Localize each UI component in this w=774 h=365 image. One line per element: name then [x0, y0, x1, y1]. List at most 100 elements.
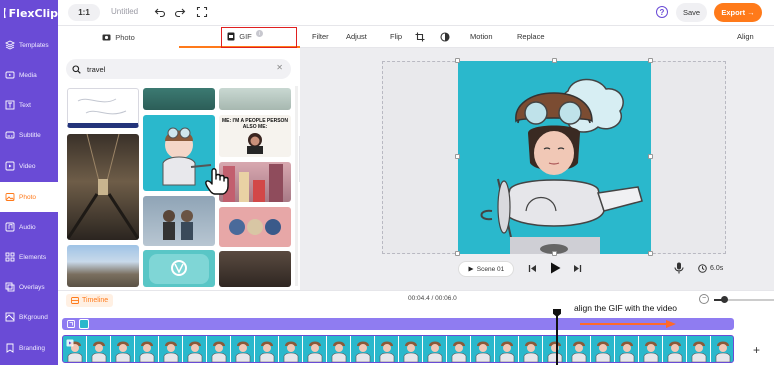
resize-handle[interactable]: [648, 58, 653, 63]
filter-button[interactable]: Filter: [312, 32, 329, 41]
video-frame-thumbnail: [639, 336, 663, 362]
gif-thumbnail[interactable]: [219, 251, 291, 287]
scene-label: Scene 01: [476, 265, 505, 273]
align-button[interactable]: Align: [737, 32, 754, 41]
info-icon[interactable]: i: [256, 30, 263, 37]
sidebar-item-subtitle[interactable]: Subtitle: [0, 120, 58, 150]
sidebar-item-label: Audio: [19, 223, 36, 231]
elements-icon: [5, 252, 15, 262]
people-group-image: [163, 210, 193, 240]
sidebar-item-label: Photo: [19, 193, 36, 201]
resize-handle[interactable]: [552, 58, 557, 63]
video-frame-thumbnail: [159, 336, 183, 362]
opacity-icon[interactable]: [440, 32, 450, 42]
sidebar-item-audio[interactable]: Audio: [0, 212, 58, 242]
project-title[interactable]: Untitled: [111, 7, 138, 16]
sidebar-item-text[interactable]: Text: [0, 90, 58, 120]
overlays-icon: [5, 282, 15, 292]
resize-handle[interactable]: [648, 154, 653, 159]
top-bar: 1:1 Untitled ? Save Export →: [58, 0, 774, 26]
logo: FlexClip: [0, 0, 58, 26]
video-frame-thumbnail: [543, 336, 567, 362]
scene-play-button[interactable]: Scene 01: [458, 261, 514, 277]
resize-handle[interactable]: [455, 154, 460, 159]
video-frame-thumbnail: [375, 336, 399, 362]
layers-icon: [5, 40, 15, 50]
video-frame-thumbnail: [399, 336, 423, 362]
search-input[interactable]: travel: [87, 65, 105, 74]
microphone-icon[interactable]: [674, 262, 684, 274]
sidebar-item-media[interactable]: Media: [0, 60, 58, 90]
duration-display[interactable]: 6.0s: [698, 264, 723, 273]
gif-thumbnail[interactable]: [67, 134, 139, 240]
gif-thumbnail[interactable]: [67, 88, 139, 128]
gif-track-icon: [67, 320, 75, 328]
sidebar-item-label: Templates: [19, 41, 49, 49]
panel-scrollbar[interactable]: [295, 86, 298, 286]
video-frame-thumbnail: [711, 336, 733, 362]
search-bar[interactable]: travel ✕: [66, 59, 291, 79]
fullscreen-icon[interactable]: [196, 6, 208, 18]
previous-icon[interactable]: [528, 264, 537, 273]
video-frame-thumbnail: [687, 336, 711, 362]
resize-handle[interactable]: [648, 251, 653, 256]
edit-toolbar: Filter Adjust Flip Motion Replace Align: [300, 26, 774, 48]
gif-thumbnail[interactable]: [143, 250, 215, 287]
clock-icon: [698, 264, 707, 273]
flexclip-logo-icon: [4, 8, 6, 18]
gif-thumbnail[interactable]: [143, 88, 215, 110]
resize-handle[interactable]: [455, 251, 460, 256]
replace-button[interactable]: Replace: [517, 32, 545, 41]
playhead[interactable]: [556, 313, 558, 365]
video-frame-thumbnail: [183, 336, 207, 362]
play-icon[interactable]: [550, 262, 561, 274]
resize-handle[interactable]: [455, 58, 460, 63]
export-button[interactable]: Export →: [714, 3, 762, 22]
sidebar-item-overlays[interactable]: Overlays: [0, 272, 58, 302]
adjust-button[interactable]: Adjust: [346, 32, 367, 41]
clear-search-icon[interactable]: ✕: [276, 63, 283, 72]
redo-icon[interactable]: [174, 6, 186, 18]
video-frame-thumbnail: [255, 336, 279, 362]
gif-thumbnail[interactable]: [219, 88, 291, 110]
sidebar-item-photo[interactable]: Photo: [0, 182, 58, 212]
sidebar-item-bkground[interactable]: BKground: [0, 302, 58, 332]
tab-photo[interactable]: Photo: [58, 26, 179, 48]
save-button[interactable]: Save: [676, 3, 707, 22]
timeline-toggle[interactable]: Timeline: [66, 294, 114, 307]
duration-value: 6.0s: [710, 265, 724, 272]
aspect-ratio-button[interactable]: 1:1: [68, 4, 100, 21]
help-icon[interactable]: ?: [656, 6, 668, 18]
sketch-gif-image: [77, 98, 127, 115]
flip-button[interactable]: Flip: [390, 32, 402, 41]
gif-element[interactable]: [458, 61, 651, 254]
orange-arrow-annotation: [580, 320, 676, 328]
zoom-out-button[interactable]: −: [699, 294, 709, 304]
gif-thumbnail[interactable]: [219, 207, 291, 247]
video-frame-thumbnail: [519, 336, 543, 362]
sidebar: FlexClip Templates Media Text Subtitle V…: [0, 0, 58, 365]
photo-icon: [5, 192, 15, 202]
add-track-button[interactable]: +: [753, 343, 760, 357]
video-clip-track[interactable]: [62, 335, 734, 363]
sidebar-item-branding[interactable]: Branding: [0, 333, 58, 363]
play-icon: [468, 266, 474, 272]
zoom-slider-handle[interactable]: [721, 296, 728, 303]
search-icon: [72, 64, 81, 74]
sidebar-item-label: Overlays: [19, 283, 45, 291]
next-icon[interactable]: [573, 264, 582, 273]
video-frame-thumbnail: [351, 336, 375, 362]
sidebar-item-elements[interactable]: Elements: [0, 242, 58, 272]
sidebar-item-templates[interactable]: Templates: [0, 30, 58, 60]
crop-icon[interactable]: [415, 32, 425, 42]
resize-handle[interactable]: [552, 251, 557, 256]
gif-thumbnail-meme[interactable]: ME: I'M A PEOPLE PERSON ALSO ME:: [219, 115, 291, 157]
sidebar-item-video[interactable]: Video: [0, 151, 58, 181]
motion-button[interactable]: Motion: [470, 32, 493, 41]
camera-icon: [102, 34, 111, 41]
undo-icon[interactable]: [154, 6, 166, 18]
audio-icon: [5, 222, 15, 232]
gif-thumbnail[interactable]: [67, 245, 139, 287]
gif-thumbnail[interactable]: [143, 196, 215, 246]
video-frame-thumbnail: [663, 336, 687, 362]
